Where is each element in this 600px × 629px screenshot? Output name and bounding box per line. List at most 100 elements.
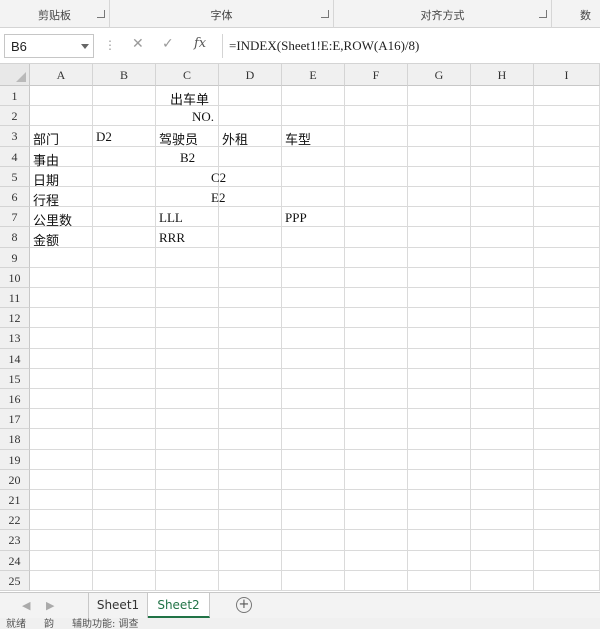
- row-header-13[interactable]: 13: [0, 328, 30, 349]
- column-header-i[interactable]: I: [534, 64, 600, 86]
- gridline-horizontal: [30, 145, 600, 147]
- gridline-horizontal: [30, 569, 600, 571]
- row-header-19[interactable]: 19: [0, 449, 30, 470]
- cell-d5[interactable]: C2: [211, 170, 226, 186]
- column-header-c[interactable]: C: [156, 64, 219, 86]
- formula-bar: B6 ⋮ ✕ ✓ fx =INDEX(Sheet1!E:E,ROW(A16)/8…: [0, 28, 600, 64]
- row-header-9[interactable]: 9: [0, 247, 30, 268]
- row-header-17[interactable]: 17: [0, 409, 30, 430]
- gridline-horizontal: [30, 509, 600, 511]
- row-header-18[interactable]: 18: [0, 429, 30, 450]
- row-header-2[interactable]: 2: [0, 106, 30, 127]
- formula-input[interactable]: =INDEX(Sheet1!E:E,ROW(A16)/8): [222, 34, 596, 58]
- cell-d6[interactable]: E2: [211, 190, 225, 206]
- column-header-g[interactable]: G: [408, 64, 471, 86]
- row-header-7[interactable]: 7: [0, 207, 30, 228]
- add-sheet-icon[interactable]: +: [236, 597, 252, 613]
- gridline-horizontal: [30, 206, 600, 208]
- formula-text: =INDEX(Sheet1!E:E,ROW(A16)/8): [229, 38, 420, 53]
- row-header-14[interactable]: 14: [0, 348, 30, 369]
- gridline-horizontal: [30, 448, 600, 450]
- cell-c8[interactable]: RRR: [159, 230, 185, 246]
- cell-a4[interactable]: 事由: [33, 150, 59, 169]
- gridline-horizontal: [30, 549, 600, 551]
- sheet-tab-bar: ◀ ▶ Sheet1 Sheet2 +: [0, 592, 600, 618]
- select-all-button[interactable]: [0, 64, 30, 86]
- ribbon-group-font: 字体: [110, 0, 334, 28]
- row-header-22[interactable]: 22: [0, 510, 30, 531]
- clipboard-launcher-icon[interactable]: [97, 10, 105, 18]
- cell-c3[interactable]: 驾驶员: [159, 129, 198, 148]
- column-header-h[interactable]: H: [471, 64, 534, 86]
- cell-e7[interactable]: PPP: [285, 210, 307, 226]
- gridline-horizontal: [30, 307, 600, 309]
- cell-a3[interactable]: 部门: [33, 129, 59, 148]
- tab-sheet1[interactable]: Sheet1: [88, 593, 148, 618]
- cell-a5[interactable]: 日期: [33, 170, 59, 189]
- gridline-horizontal: [30, 266, 600, 268]
- cell-a7[interactable]: 公里数: [33, 210, 72, 229]
- cell-a6[interactable]: 行程: [33, 190, 59, 209]
- column-header-a[interactable]: A: [30, 64, 93, 86]
- formula-bar-grip-icon: ⋮: [104, 38, 116, 52]
- column-header-d[interactable]: D: [219, 64, 282, 86]
- alignment-group-label: 对齐方式: [420, 9, 465, 22]
- name-box-dropdown-icon[interactable]: [81, 44, 89, 49]
- column-header-b[interactable]: B: [93, 64, 156, 86]
- row-header-21[interactable]: 21: [0, 490, 30, 511]
- cell-e3[interactable]: 车型: [285, 129, 311, 148]
- prev-sheet-icon[interactable]: ◀: [22, 599, 30, 612]
- row-header-4[interactable]: 4: [0, 146, 30, 167]
- alignment-launcher-icon[interactable]: [539, 10, 547, 18]
- cell-a8[interactable]: 金额: [33, 230, 59, 249]
- tab-sheet2[interactable]: Sheet2: [148, 593, 210, 618]
- next-sheet-icon[interactable]: ▶: [46, 599, 54, 612]
- ribbon-group-alignment: 对齐方式: [334, 0, 552, 28]
- gridline-vertical: [470, 86, 471, 591]
- cell-c1-title[interactable]: 出车单: [170, 89, 209, 108]
- enter-icon[interactable]: ✓: [162, 36, 174, 52]
- gridline-vertical: [281, 86, 282, 591]
- cell-c4[interactable]: B2: [180, 150, 195, 166]
- row-header-3[interactable]: 3: [0, 126, 30, 147]
- gridline-vertical: [218, 86, 219, 591]
- row-header-11[interactable]: 11: [0, 288, 30, 309]
- status-ready: 就绪: [6, 619, 26, 629]
- row-header-12[interactable]: 12: [0, 308, 30, 329]
- column-header-f[interactable]: F: [345, 64, 408, 86]
- font-group-label: 字体: [210, 9, 233, 22]
- cell-d3[interactable]: 外租: [222, 129, 248, 148]
- accessibility-status[interactable]: 辅助功能: 调查: [72, 618, 139, 629]
- row-header-25[interactable]: 25: [0, 570, 30, 591]
- worksheet-grid[interactable]: ABCDEFGHI 1 2 3 4 5 6 7 8 9 10 11 12 13 14 15 16 17 18 19 2…: [0, 64, 600, 592]
- row-header-6[interactable]: 6: [0, 187, 30, 208]
- column-header-e[interactable]: E: [282, 64, 345, 86]
- gridline-horizontal: [30, 408, 600, 410]
- row-header-23[interactable]: 23: [0, 530, 30, 551]
- gridline-horizontal: [30, 287, 600, 288]
- gridline-vertical: [92, 86, 93, 591]
- row-header-24[interactable]: 24: [0, 550, 30, 571]
- gridline-horizontal: [30, 165, 600, 167]
- row-header-15[interactable]: 15: [0, 368, 30, 389]
- gridline-horizontal: [30, 468, 600, 470]
- status-bar: 就绪 韵 辅助功能: 调查: [0, 618, 600, 629]
- insert-function-icon[interactable]: fx: [194, 36, 206, 51]
- gridline-horizontal: [30, 105, 600, 107]
- cell-c7[interactable]: LLL: [159, 210, 183, 226]
- row-header-1[interactable]: 1: [0, 86, 30, 107]
- gridline-horizontal: [30, 489, 600, 490]
- gridline-horizontal: [30, 125, 600, 127]
- row-header-8[interactable]: 8: [0, 227, 30, 248]
- row-header-5[interactable]: 5: [0, 166, 30, 187]
- cell-b3[interactable]: D2: [96, 129, 112, 145]
- row-header-16[interactable]: 16: [0, 389, 30, 410]
- name-box[interactable]: B6: [4, 34, 94, 58]
- cell-c2-no[interactable]: NO.: [192, 109, 214, 125]
- font-launcher-icon[interactable]: [321, 10, 329, 18]
- cancel-icon[interactable]: ✕: [132, 36, 144, 52]
- status-mode: 韵: [44, 619, 54, 629]
- gridline-horizontal: [30, 186, 600, 187]
- row-header-20[interactable]: 20: [0, 469, 30, 490]
- row-header-10[interactable]: 10: [0, 267, 30, 288]
